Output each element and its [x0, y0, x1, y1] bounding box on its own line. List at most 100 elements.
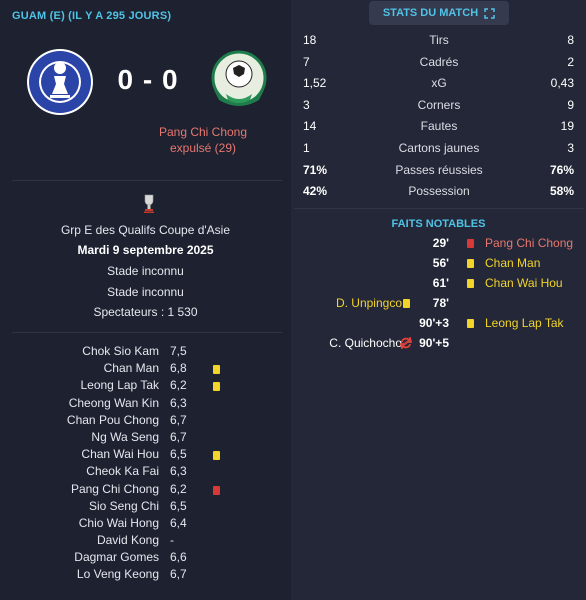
match-stats-panel: STATS DU MATCH 18 Tirs 8 7 Cadrés 2 1,52 xG 0,43… — [291, 0, 586, 600]
fact-home-player[interactable]: C. Quichocho — [329, 336, 402, 350]
player-rating: 6,5 — [170, 447, 187, 462]
player-name[interactable]: Chan Wai Hou — [81, 447, 159, 461]
player-ratings-list: Chok Sio Kam 7,5 Chan Man 6,8 Leong Lap Tak 6… — [0, 343, 291, 584]
player-rating: 6,3 — [170, 395, 187, 410]
fact-away-player[interactable]: Chan Man — [485, 256, 540, 270]
fact-home-player[interactable]: D. Unpingco — [336, 296, 402, 310]
expelled-minute: expulsé (29) — [169, 141, 237, 155]
player-name[interactable]: Chan Man — [104, 361, 159, 375]
fact-row: 90'+3 Leong Lap Tak — [291, 313, 586, 333]
stat-row: 1 Cartons jaunes 3 — [291, 138, 586, 160]
stat-away-value: 58% — [549, 184, 574, 199]
player-name[interactable]: Chio Wai Hong — [79, 516, 159, 530]
player-name[interactable]: Chan Pou Chong — [67, 413, 159, 427]
player-rating: 6,6 — [170, 550, 187, 565]
red-card-icon — [467, 239, 474, 248]
stat-label: Possession — [408, 184, 470, 199]
stadium-city: Stade inconnu — [107, 285, 184, 299]
player-rating: 7,5 — [170, 344, 187, 358]
player-rating: 6,5 — [170, 498, 187, 513]
stat-row: 42% Possession 58% — [291, 181, 586, 203]
player-name[interactable]: Lo Veng Keong — [77, 567, 159, 581]
expelled-player: Pang Chi Chong — [158, 125, 248, 139]
stat-label: Passes réussies — [395, 162, 483, 177]
stat-label: Tirs — [429, 33, 449, 47]
divider — [12, 180, 282, 181]
stat-row: 18 Tirs 8 — [291, 30, 586, 52]
player-rating: 6,3 — [170, 464, 187, 479]
player-name[interactable]: Leong Lap Tak — [80, 378, 159, 392]
macau-fa-crest-icon[interactable] — [204, 50, 274, 114]
player-rating-row[interactable]: Leong Lap Tak 6,2 — [0, 377, 291, 394]
divider — [12, 332, 282, 333]
stat-label: Corners — [417, 97, 461, 112]
match-date: Mardi 9 septembre 2025 — [77, 243, 214, 257]
player-rating-row[interactable]: Chan Man 6,8 — [0, 360, 291, 377]
expelled-note: Pang Chi Chong expulsé (29) — [138, 124, 268, 156]
stat-away-value: 9 — [567, 97, 574, 112]
substitution-icon — [400, 337, 412, 349]
stat-away-value: 19 — [560, 119, 574, 134]
competition-name[interactable]: Grp E des Qualifs Coupe d'Asie — [0, 223, 291, 237]
fact-row: 61' Chan Wai Hou — [291, 273, 586, 293]
yellow-card-icon — [467, 259, 474, 268]
fact-row: C. Quichocho 90'+5 — [291, 333, 586, 353]
fact-minute: 78' — [432, 296, 449, 310]
match-stats-button[interactable]: STATS DU MATCH — [369, 1, 509, 25]
player-name[interactable]: Ng Wa Seng — [91, 430, 159, 444]
player-name[interactable]: Chok Sio Kam — [82, 344, 159, 358]
player-rating: 6,7 — [170, 567, 187, 582]
stat-away-value: 3 — [567, 140, 574, 155]
stat-home-value: 1 — [303, 140, 310, 155]
player-rating-row[interactable]: David Kong - — [0, 532, 291, 549]
stat-away-value: 0,43 — [550, 76, 574, 91]
player-rating-row[interactable]: Lo Veng Keong 6,7 — [0, 566, 291, 583]
guam-fa-crest-icon[interactable] — [26, 48, 94, 116]
fact-minute: 90'+5 — [419, 336, 449, 350]
player-name[interactable]: Cheok Ka Fai — [86, 464, 159, 478]
afc-asian-cup-logo-icon — [144, 194, 154, 213]
player-rating-row[interactable]: Cheok Ka Fai 6,3 — [0, 463, 291, 480]
stat-home-value: 1,52 — [303, 76, 327, 91]
yellow-card-icon — [403, 299, 410, 308]
stat-label: Cartons jaunes — [398, 140, 480, 155]
fact-row: 56' Chan Man — [291, 253, 586, 273]
stat-home-value: 71% — [303, 162, 328, 177]
stat-away-value: 2 — [567, 54, 574, 69]
fact-away-player[interactable]: Chan Wai Hou — [485, 276, 563, 290]
stat-row: 1,52 xG 0,43 — [291, 73, 586, 95]
fact-row: D. Unpingco 78' — [291, 293, 586, 313]
player-name[interactable]: Cheong Wan Kin — [69, 396, 159, 410]
player-rating-row[interactable]: Ng Wa Seng 6,7 — [0, 429, 291, 446]
yellow-card-icon — [467, 279, 474, 288]
yellow-card-icon — [213, 382, 220, 392]
player-name[interactable]: Dagmar Gomes — [74, 550, 159, 564]
player-rating-row[interactable]: Chio Wai Hong 6,4 — [0, 515, 291, 532]
fact-minute: 56' — [432, 256, 449, 270]
player-name[interactable]: Sio Seng Chi — [89, 499, 159, 513]
player-name[interactable]: David Kong — [97, 533, 159, 547]
player-rating-row[interactable]: Sio Seng Chi 6,5 — [0, 498, 291, 515]
stat-home-value: 18 — [303, 33, 317, 47]
player-rating-row[interactable]: Dagmar Gomes 6,6 — [0, 549, 291, 566]
player-rating-row[interactable]: Pang Chi Chong 6,2 — [0, 481, 291, 498]
red-card-icon — [213, 485, 220, 495]
stat-row: 7 Cadrés 2 — [291, 52, 586, 74]
player-rating-row[interactable]: Cheong Wan Kin 6,3 — [0, 395, 291, 412]
fact-away-player[interactable]: Pang Chi Chong — [485, 236, 573, 250]
player-rating-row[interactable]: Chok Sio Kam 7,5 — [0, 343, 291, 360]
player-rating: - — [170, 533, 174, 548]
stat-label: Cadrés — [419, 54, 459, 69]
stat-away-value: 8 — [567, 33, 574, 47]
player-rating-row[interactable]: Chan Pou Chong 6,7 — [0, 412, 291, 429]
fact-away-player[interactable]: Leong Lap Tak — [485, 316, 564, 330]
player-name[interactable]: Pang Chi Chong — [71, 482, 159, 496]
fact-minute: 29' — [432, 236, 449, 250]
spectators: Spectateurs : 1 530 — [93, 305, 198, 319]
player-rating: 6,8 — [170, 361, 187, 376]
stat-home-value: 14 — [303, 119, 317, 134]
stat-home-value: 42% — [303, 184, 328, 199]
match-stats-label: STATS DU MATCH — [382, 7, 479, 19]
player-rating-row[interactable]: Chan Wai Hou 6,5 — [0, 446, 291, 463]
notable-facts-title: FAITS NOTABLES — [391, 218, 486, 230]
